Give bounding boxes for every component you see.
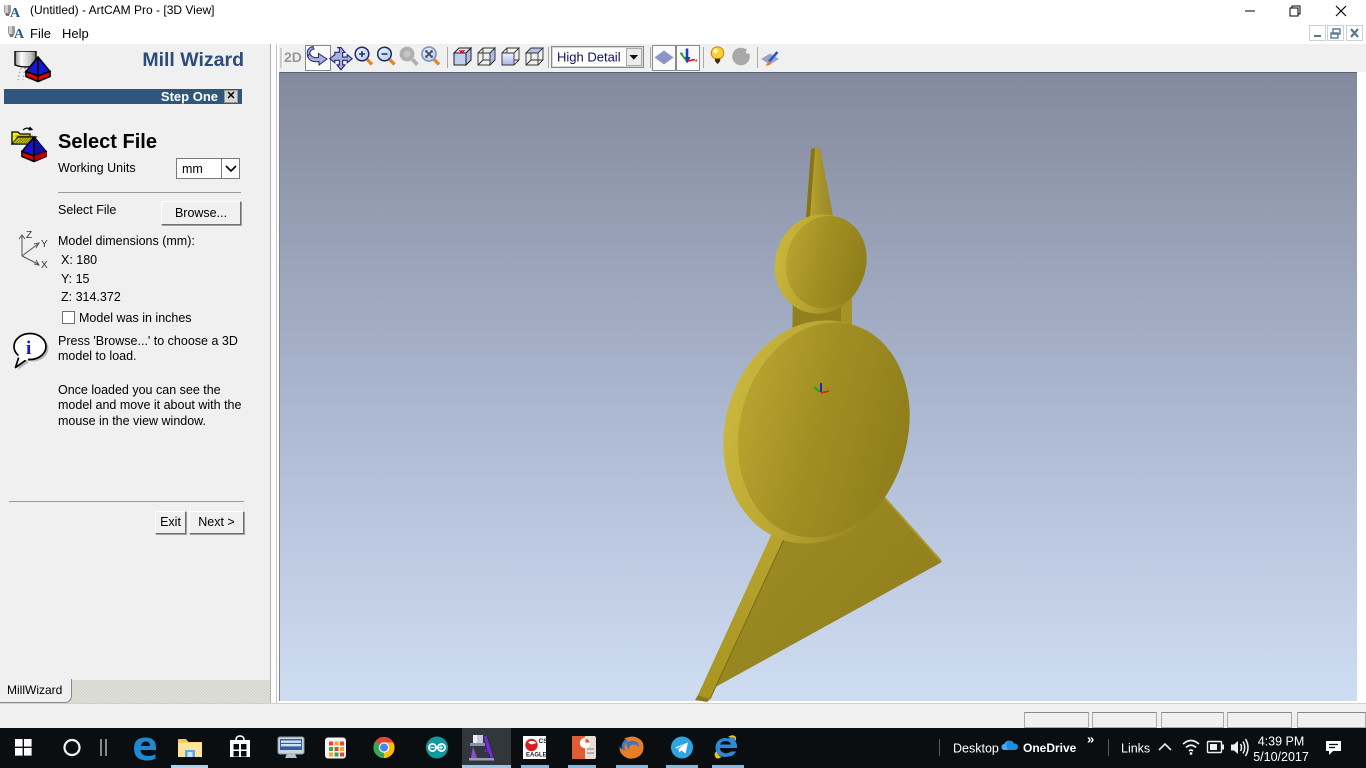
- svg-text:2D: 2D: [284, 49, 302, 65]
- svg-text:Desktop: Desktop: [953, 742, 999, 756]
- svg-text:Y: Y: [41, 239, 48, 250]
- svg-text:Z: Z: [26, 230, 32, 241]
- svg-text:Links: Links: [1121, 742, 1150, 756]
- svg-text:4:39 PM: 4:39 PM: [1258, 735, 1305, 749]
- svg-text:X: X: [41, 260, 48, 268]
- svg-text:A: A: [14, 27, 24, 41]
- svg-text:CS: CS: [539, 738, 549, 745]
- svg-text:»: »: [1087, 732, 1094, 747]
- svg-text:5/10/2017: 5/10/2017: [1253, 750, 1309, 764]
- svg-text:High Detail: High Detail: [557, 50, 621, 65]
- svg-text:i: i: [26, 338, 31, 359]
- svg-text:A: A: [10, 6, 20, 20]
- svg-text:OneDrive: OneDrive: [1023, 741, 1077, 755]
- svg-text:EAGLE: EAGLE: [526, 753, 547, 759]
